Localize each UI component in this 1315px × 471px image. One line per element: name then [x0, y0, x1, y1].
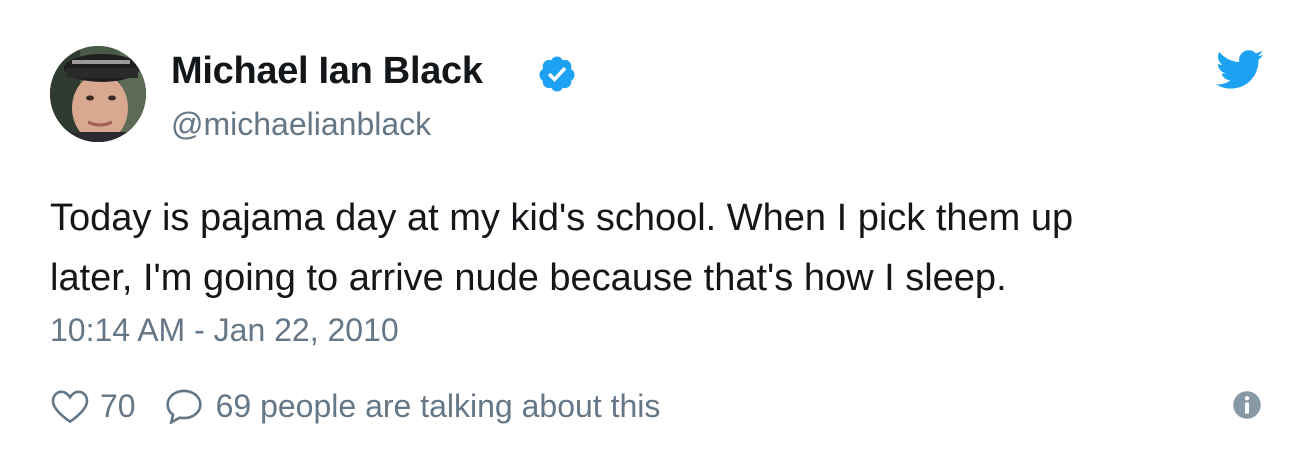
speech-bubble-icon [165, 389, 202, 424]
reply-button[interactable]: 69 people are talking about this [164, 387, 661, 425]
twitter-bird-icon[interactable] [1216, 50, 1264, 90]
talking-about-text: 69 people are talking about this [215, 387, 661, 424]
info-icon[interactable] [1232, 390, 1262, 420]
author-name[interactable]: Michael Ian Black [171, 48, 483, 94]
heart-icon [51, 390, 89, 424]
embedded-tweet-card: Michael Ian Black @michaelianblack Today… [0, 0, 1315, 471]
tweet-timestamp[interactable]: 10:14 AM - Jan 22, 2010 [50, 310, 399, 350]
tweet-text-line: later, I'm going to arrive nude because … [50, 257, 1007, 299]
like-button[interactable]: 70 [50, 388, 136, 425]
tweet-actions: 70 69 people are talking about this [50, 384, 660, 428]
author-handle[interactable]: @michaelianblack [171, 104, 431, 144]
verified-badge-icon [539, 56, 575, 92]
like-count: 70 [100, 387, 136, 424]
profile-photo-icon [50, 46, 146, 142]
avatar[interactable] [50, 46, 146, 142]
tweet-text: Today is pajama day at my kid's school. … [50, 188, 1270, 308]
tweet-text-line: Today is pajama day at my kid's school. … [50, 197, 1074, 239]
